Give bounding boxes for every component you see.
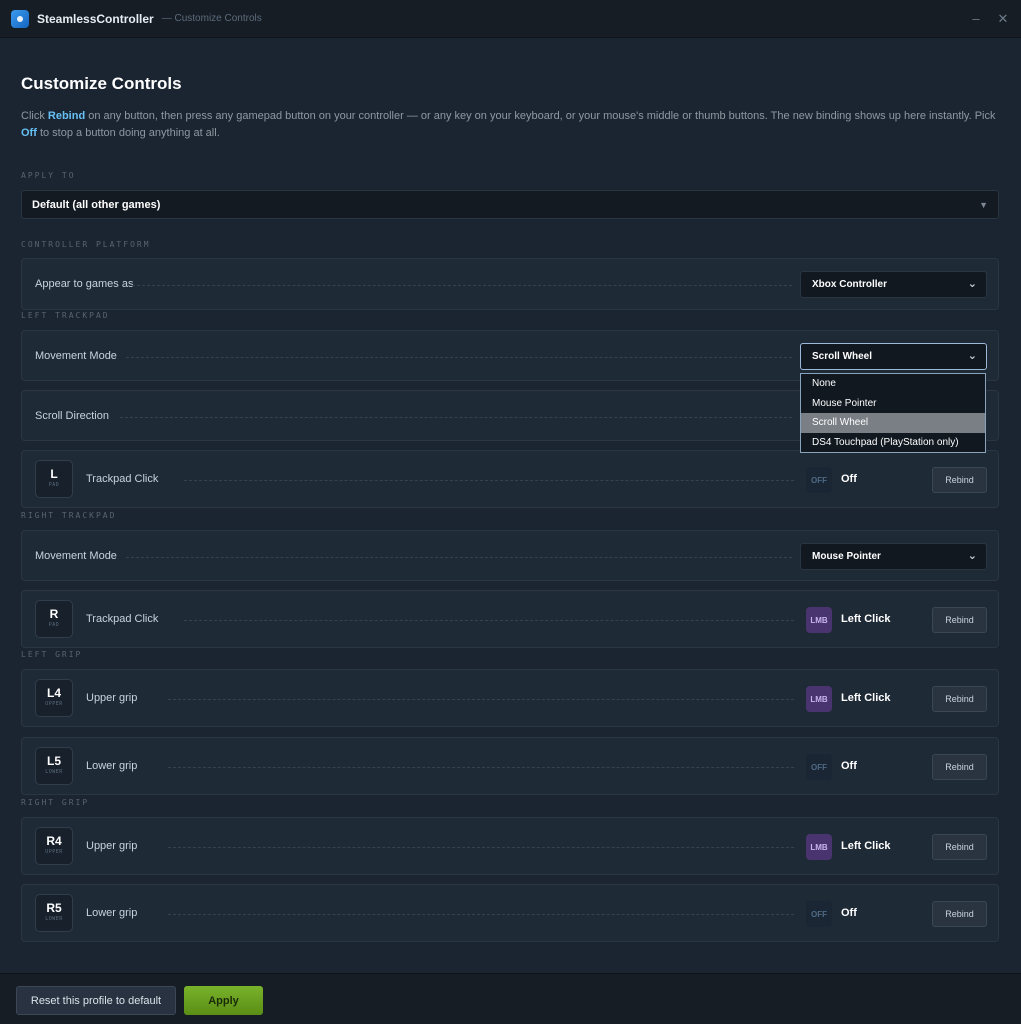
l5-badge: L5 LOWER — [35, 747, 73, 785]
title-bar: SteamlessController — Customize Controls… — [0, 0, 1021, 38]
movement-mode-dropdown: None Mouse Pointer Scroll Wheel DS4 Touc… — [800, 373, 986, 453]
platform-card: Appear to games as Xbox Controller ⌄ — [21, 258, 999, 310]
intro-text: Click Rebind on any button, then press a… — [21, 110, 996, 139]
right-upper-grip-card: R4 UPPER Upper grip LMB Left Click Rebin… — [21, 817, 999, 875]
rebind-button[interactable]: Rebind — [932, 686, 987, 712]
app-name: SteamlessController — [37, 11, 154, 26]
right-lower-grip-card: R5 LOWER Lower grip OFF Off Rebind — [21, 884, 999, 942]
dropdown-option-none[interactable]: None — [801, 374, 985, 394]
reset-profile-button[interactable]: Reset this profile to default — [16, 986, 176, 1015]
binding-value: Left Click — [841, 613, 891, 625]
left-upper-grip-name: Upper grip — [86, 692, 138, 704]
main-content: Customize Controls Click Rebind on any b… — [0, 39, 1021, 973]
right-movement-label: Movement Mode — [35, 550, 117, 562]
controller-platform-label: CONTROLLER PLATFORM — [21, 240, 151, 249]
left-movement-label: Movement Mode — [35, 350, 117, 362]
footer-bar: Reset this profile to default Apply — [0, 973, 1021, 1024]
dropdown-option-ds4-touchpad[interactable]: DS4 Touchpad (PlayStation only) — [801, 433, 985, 453]
binding-chip: LMB — [806, 607, 832, 633]
binding-chip: LMB — [806, 686, 832, 712]
scroll-direction-label: Scroll Direction — [35, 410, 109, 422]
platform-select[interactable]: Xbox Controller ⌄ — [800, 271, 987, 298]
rebind-button[interactable]: Rebind — [932, 607, 987, 633]
binding-value: Left Click — [841, 840, 891, 852]
right-trackpad-label: RIGHT TRACKPAD — [21, 511, 117, 520]
profile-select-value: Default (all other games) — [32, 198, 161, 211]
left-trackpad-label: LEFT TRACKPAD — [21, 311, 110, 320]
intro-off-highlight: Off — [21, 127, 37, 139]
profile-select[interactable]: Default (all other games) ▼ — [21, 190, 999, 219]
left-pad-badge: L PAD — [35, 460, 73, 498]
window-subtitle: — Customize Controls — [161, 13, 262, 24]
apply-to-label: APPLY TO — [21, 171, 76, 180]
right-trackpad-click-card: R PAD Trackpad Click LMB Left Click Rebi… — [21, 590, 999, 648]
binding-chip: OFF — [806, 467, 832, 493]
binding-chip: LMB — [806, 834, 832, 860]
apply-button[interactable]: Apply — [184, 986, 263, 1015]
app-logo-icon — [11, 9, 29, 28]
minimize-button[interactable]: – — [966, 9, 986, 29]
r5-badge: R5 LOWER — [35, 894, 73, 932]
l4-badge: L4 UPPER — [35, 679, 73, 717]
right-movement-card: Movement Mode Mouse Pointer ⌄ — [21, 530, 999, 581]
left-trackpad-click-name: Trackpad Click — [86, 473, 159, 485]
chevron-down-icon: ⌄ — [967, 350, 977, 362]
binding-value: Off — [841, 907, 857, 919]
left-lower-grip-card: L5 LOWER Lower grip OFF Off Rebind — [21, 737, 999, 795]
close-button[interactable]: ✕ — [993, 9, 1013, 29]
dropdown-option-mouse-pointer[interactable]: Mouse Pointer — [801, 394, 985, 414]
left-upper-grip-card: L4 UPPER Upper grip LMB Left Click Rebin… — [21, 669, 999, 727]
binding-value: Off — [841, 760, 857, 772]
binding-chip: OFF — [806, 901, 832, 927]
right-movement-select[interactable]: Mouse Pointer ⌄ — [800, 543, 987, 570]
left-lower-grip-name: Lower grip — [86, 760, 138, 772]
page-title: Customize Controls — [21, 74, 182, 93]
right-pad-badge: R PAD — [35, 600, 73, 638]
caret-down-icon: ▼ — [979, 200, 988, 210]
left-movement-select[interactable]: Scroll Wheel ⌄ — [800, 343, 987, 370]
right-upper-grip-name: Upper grip — [86, 840, 138, 852]
platform-row-label: Appear to games as — [35, 278, 134, 290]
binding-value: Off — [841, 473, 857, 485]
dropdown-option-scroll-wheel[interactable]: Scroll Wheel — [801, 413, 985, 433]
intro-rebind-highlight: Rebind — [47, 110, 86, 122]
binding-value: Left Click — [841, 692, 891, 704]
right-grip-label: RIGHT GRIP — [21, 798, 90, 807]
rebind-button[interactable]: Rebind — [932, 834, 987, 860]
rebind-button[interactable]: Rebind — [932, 754, 987, 780]
left-grip-label: LEFT GRIP — [21, 650, 83, 659]
rebind-button[interactable]: Rebind — [932, 901, 987, 927]
chevron-down-icon: ⌄ — [967, 550, 977, 562]
rebind-button[interactable]: Rebind — [932, 467, 987, 493]
right-lower-grip-name: Lower grip — [86, 907, 138, 919]
chevron-down-icon: ⌄ — [967, 278, 977, 290]
binding-chip: OFF — [806, 754, 832, 780]
right-trackpad-click-name: Trackpad Click — [86, 613, 159, 625]
r4-badge: R4 UPPER — [35, 827, 73, 865]
left-trackpad-click-card: L PAD Trackpad Click OFF Off Rebind — [21, 450, 999, 508]
